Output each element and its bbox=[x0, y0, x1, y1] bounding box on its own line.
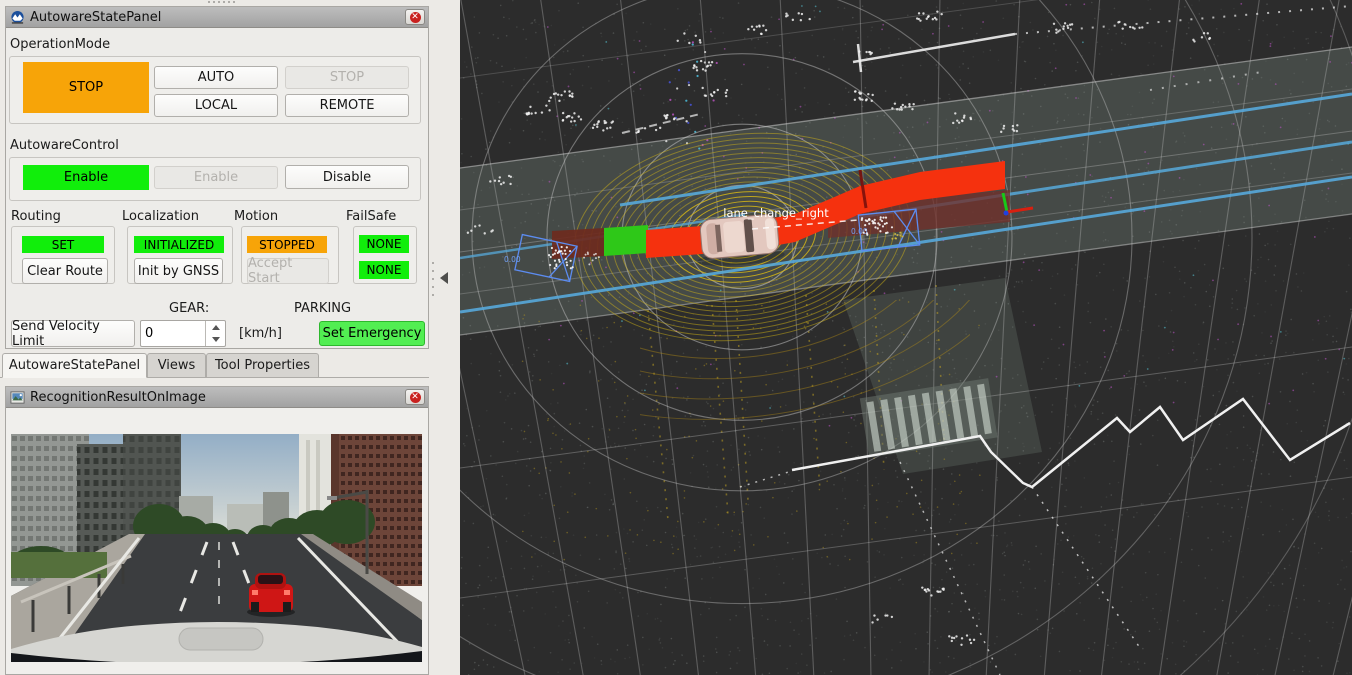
gear-value: PARKING bbox=[294, 301, 351, 316]
velocity-unit-label: [km/h] bbox=[239, 326, 282, 341]
autoware-control-heading: AutowareControl bbox=[10, 138, 119, 153]
autoware-state-panel-titlebar[interactable]: AutowareStatePanel ✕ bbox=[6, 7, 428, 28]
send-velocity-limit-button[interactable]: Send Velocity Limit bbox=[11, 320, 135, 347]
hood-vent bbox=[179, 628, 263, 650]
localization-heading: Localization bbox=[122, 209, 199, 224]
panel-title: AutowareStatePanel bbox=[30, 10, 161, 25]
autoware-control-current: Enable bbox=[23, 165, 149, 190]
routing-heading: Routing bbox=[11, 209, 61, 224]
close-icon: ✕ bbox=[410, 12, 421, 23]
gear-label: GEAR: bbox=[169, 301, 209, 316]
clear-route-button[interactable]: Clear Route bbox=[22, 258, 108, 284]
street-light-head bbox=[327, 496, 337, 500]
routing-status-badge: SET bbox=[22, 236, 104, 253]
close-icon: ✕ bbox=[410, 392, 421, 403]
failsafe-mrm-state-badge: NONE bbox=[359, 235, 409, 253]
recognition-result-titlebar[interactable]: RecognitionResultOnImage ✕ bbox=[6, 387, 428, 408]
localization-status-badge: INITIALIZED bbox=[134, 236, 224, 253]
autoware-logo-icon bbox=[10, 10, 25, 25]
enable-button: Enable bbox=[154, 166, 278, 189]
spin-up-icon bbox=[212, 325, 220, 330]
autoware-state-panel-window: AutowareStatePanel ✕ OperationMode STOP … bbox=[5, 6, 429, 349]
panel-splitter[interactable] bbox=[429, 0, 460, 675]
rviz-application: AutowareStatePanel ✕ OperationMode STOP … bbox=[0, 0, 1352, 675]
velocity-limit-spinbox bbox=[140, 320, 226, 347]
object-velocity-label: 0.00 bbox=[504, 255, 521, 264]
failsafe-mrm-behavior-badge: NONE bbox=[359, 261, 409, 279]
failsafe-heading: FailSafe bbox=[346, 209, 396, 224]
spin-down-button[interactable] bbox=[206, 334, 225, 347]
tab-views[interactable]: Views bbox=[147, 353, 206, 378]
motion-status-badge: STOPPED bbox=[247, 236, 327, 253]
object-velocity-label: 0.00 bbox=[851, 227, 868, 236]
recognition-result-window: RecognitionResultOnImage ✕ bbox=[5, 386, 429, 675]
spin-up-button[interactable] bbox=[206, 321, 225, 334]
motion-heading: Motion bbox=[234, 209, 278, 224]
camera-image bbox=[11, 434, 422, 662]
splitter-dots bbox=[432, 262, 434, 296]
spin-down-icon bbox=[212, 337, 220, 342]
trajectory-green-segment bbox=[604, 225, 648, 256]
trajectory-label: lane_change_right bbox=[723, 206, 829, 220]
3d-viewport[interactable]: lane_change_right 0.00 0.00 bbox=[460, 0, 1352, 675]
stop-button: STOP bbox=[285, 66, 409, 89]
init-by-gnss-button[interactable]: Init by GNSS bbox=[134, 258, 223, 284]
set-emergency-button[interactable]: Set Emergency bbox=[319, 321, 425, 346]
remote-button[interactable]: REMOTE bbox=[285, 94, 409, 117]
auto-button[interactable]: AUTO bbox=[154, 66, 278, 89]
splitter-handle-dots[interactable] bbox=[208, 1, 235, 3]
panel-title: RecognitionResultOnImage bbox=[30, 390, 206, 405]
disable-button[interactable]: Disable bbox=[285, 165, 409, 189]
close-button[interactable]: ✕ bbox=[405, 9, 425, 25]
close-button[interactable]: ✕ bbox=[405, 389, 425, 405]
hedge bbox=[11, 552, 107, 578]
collapse-arrow-icon[interactable] bbox=[440, 272, 448, 284]
operation-mode-heading: OperationMode bbox=[10, 37, 110, 52]
local-button[interactable]: LOCAL bbox=[154, 94, 278, 117]
operation-mode-current: STOP bbox=[23, 62, 149, 113]
image-icon bbox=[10, 390, 25, 405]
velocity-limit-input[interactable] bbox=[145, 322, 203, 344]
tab-autoware-state-panel[interactable]: AutowareStatePanel bbox=[2, 353, 147, 378]
tab-tool-properties[interactable]: Tool Properties bbox=[206, 353, 319, 378]
accept-start-button: Accept Start bbox=[247, 258, 329, 284]
